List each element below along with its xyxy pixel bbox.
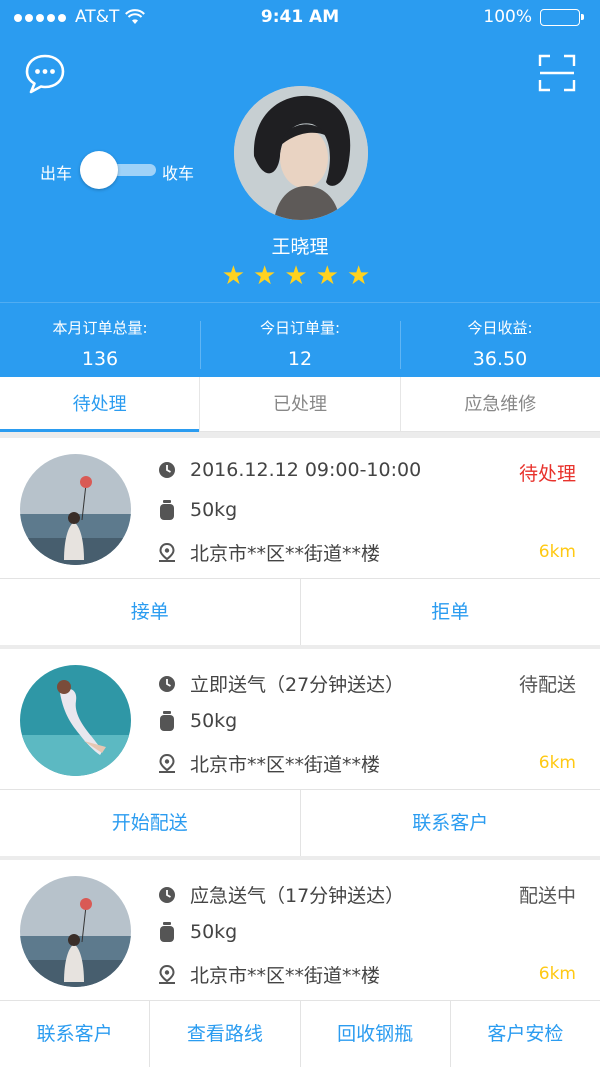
location-pin-icon bbox=[159, 964, 175, 984]
duty-toggle[interactable]: 出车 收车 bbox=[40, 150, 210, 190]
safety-check-button[interactable]: 客户安检 bbox=[449, 1001, 600, 1067]
battery-percent: 100% bbox=[483, 7, 532, 27]
order-info[interactable]: 应急送气（17分钟送达） 50kg 北京市**区**街道**楼 配送中 6km bbox=[0, 860, 600, 1001]
order-info[interactable]: 2016.12.12 09:00-10:00 50kg 北京市**区**街道**… bbox=[0, 438, 600, 579]
order-address: 北京市**区**街道**楼 bbox=[190, 965, 381, 987]
customer-avatar bbox=[20, 665, 131, 776]
order-address-row: 北京市**区**街道**楼 bbox=[158, 750, 380, 777]
scan-icon[interactable] bbox=[538, 54, 576, 92]
profile-header: AT&T 9:41 AM 100% 出车 收车 王晓理 ★★★★★ 本月订单总量… bbox=[0, 0, 600, 377]
stat-value: 12 bbox=[287, 348, 313, 370]
order-address: 北京市**区**街道**楼 bbox=[190, 754, 381, 776]
contact-customer-button[interactable]: 联系客户 bbox=[0, 1001, 149, 1067]
order-weight: 50kg bbox=[190, 499, 238, 521]
gas-cylinder-icon bbox=[160, 711, 174, 731]
clock-icon bbox=[159, 675, 175, 692]
order-time-row: 2016.12.12 09:00-10:00 bbox=[158, 459, 421, 481]
order-time: 立即送气（27分钟送达） bbox=[190, 674, 405, 696]
customer-avatar bbox=[20, 876, 131, 987]
stat-value: 136 bbox=[81, 348, 119, 370]
order-weight: 50kg bbox=[190, 710, 238, 732]
start-delivery-button[interactable]: 开始配送 bbox=[0, 790, 300, 856]
location-pin-icon bbox=[159, 753, 175, 773]
tab-pending[interactable]: 待处理 bbox=[0, 377, 200, 432]
order-actions: 联系客户 查看路线 回收钢瓶 客户安检 bbox=[0, 1001, 600, 1067]
stat-today-orders: 今日订单量: 12 bbox=[200, 303, 400, 377]
order-status: 待配送 bbox=[518, 674, 576, 696]
order-weight-row: 50kg bbox=[158, 710, 237, 732]
stats-bar: 本月订单总量: 136 今日订单量: 12 今日收益: 36.50 bbox=[0, 302, 600, 377]
order-actions: 开始配送 联系客户 bbox=[0, 790, 600, 856]
gas-cylinder-icon bbox=[160, 922, 174, 942]
order-distance: 6km bbox=[538, 964, 576, 984]
order-address: 北京市**区**街道**楼 bbox=[190, 543, 381, 565]
rating-stars: ★★★★★ bbox=[221, 261, 379, 291]
order-weight-row: 50kg bbox=[158, 921, 237, 943]
order-distance: 6km bbox=[538, 753, 576, 773]
location-pin-icon bbox=[159, 542, 175, 562]
battery-icon bbox=[540, 8, 584, 26]
order-card: 2016.12.12 09:00-10:00 50kg 北京市**区**街道**… bbox=[0, 438, 600, 645]
order-address-row: 北京市**区**街道**楼 bbox=[158, 961, 380, 988]
stat-monthly-orders: 本月订单总量: 136 bbox=[0, 303, 200, 377]
tab-processed[interactable]: 已处理 bbox=[199, 377, 399, 431]
order-distance: 6km bbox=[538, 542, 576, 562]
stat-value: 36.50 bbox=[472, 348, 528, 370]
driver-avatar[interactable] bbox=[234, 86, 368, 220]
stat-label: 今日收益: bbox=[467, 319, 533, 337]
order-actions: 接单 拒单 bbox=[0, 579, 600, 645]
order-address-row: 北京市**区**街道**楼 bbox=[158, 539, 380, 566]
order-weight-row: 50kg bbox=[158, 499, 237, 521]
order-card: 立即送气（27分钟送达） 50kg 北京市**区**街道**楼 待配送 6km … bbox=[0, 649, 600, 856]
stat-today-income: 今日收益: 36.50 bbox=[400, 303, 600, 377]
stat-label: 今日订单量: bbox=[259, 319, 341, 337]
order-tabs: 待处理 已处理 应急维修 bbox=[0, 377, 600, 432]
order-time-row: 应急送气（17分钟送达） bbox=[158, 881, 404, 908]
toggle-label-on: 出车 bbox=[40, 164, 73, 183]
view-route-button[interactable]: 查看路线 bbox=[149, 1001, 299, 1067]
order-card: 应急送气（17分钟送达） 50kg 北京市**区**街道**楼 配送中 6km … bbox=[0, 860, 600, 1067]
message-icon[interactable] bbox=[24, 53, 66, 95]
order-time: 2016.12.12 09:00-10:00 bbox=[190, 459, 422, 481]
tab-emergency-repair[interactable]: 应急维修 bbox=[399, 377, 600, 431]
accept-order-button[interactable]: 接单 bbox=[0, 579, 300, 645]
toggle-knob[interactable] bbox=[80, 151, 118, 189]
reject-order-button[interactable]: 拒单 bbox=[299, 579, 600, 645]
status-bar: AT&T 9:41 AM 100% bbox=[0, 0, 600, 34]
order-status: 配送中 bbox=[518, 885, 576, 907]
stat-label: 本月订单总量: bbox=[52, 319, 148, 337]
customer-avatar bbox=[20, 454, 131, 565]
clock-icon bbox=[159, 462, 175, 478]
order-weight: 50kg bbox=[190, 921, 238, 943]
driver-name: 王晓理 bbox=[271, 236, 329, 258]
recycle-cylinder-button[interactable]: 回收钢瓶 bbox=[299, 1001, 450, 1067]
order-time-row: 立即送气（27分钟送达） bbox=[158, 670, 404, 697]
contact-customer-button[interactable]: 联系客户 bbox=[299, 790, 600, 856]
toggle-label-off: 收车 bbox=[162, 164, 195, 183]
gas-cylinder-icon bbox=[160, 500, 174, 520]
order-status: 待处理 bbox=[518, 463, 576, 485]
clock-icon bbox=[159, 886, 175, 903]
order-time: 应急送气（17分钟送达） bbox=[190, 885, 405, 907]
order-info[interactable]: 立即送气（27分钟送达） 50kg 北京市**区**街道**楼 待配送 6km bbox=[0, 649, 600, 790]
